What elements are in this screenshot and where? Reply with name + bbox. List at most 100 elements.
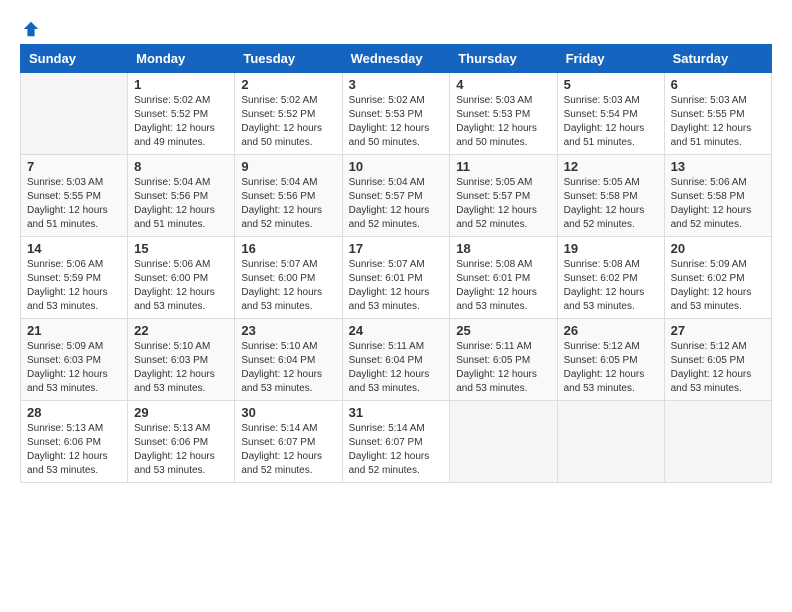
cell-info: Sunrise: 5:10 AMSunset: 6:04 PMDaylight:… [241, 340, 335, 396]
calendar-cell [21, 73, 128, 155]
day-number: 9 [241, 159, 335, 174]
calendar-cell: 4 Sunrise: 5:03 AMSunset: 5:53 PMDayligh… [450, 73, 557, 155]
day-number: 26 [564, 323, 658, 338]
calendar-cell: 27 Sunrise: 5:12 AMSunset: 6:05 PMDaylig… [664, 319, 771, 401]
day-number: 31 [349, 405, 444, 420]
calendar-cell: 6 Sunrise: 5:03 AMSunset: 5:55 PMDayligh… [664, 73, 771, 155]
cell-info: Sunrise: 5:13 AMSunset: 6:06 PMDaylight:… [27, 422, 121, 478]
calendar-cell [557, 401, 664, 483]
day-number: 17 [349, 241, 444, 256]
day-number: 25 [456, 323, 550, 338]
day-number: 22 [134, 323, 228, 338]
cell-info: Sunrise: 5:03 AMSunset: 5:53 PMDaylight:… [456, 94, 550, 150]
cell-info: Sunrise: 5:07 AMSunset: 6:01 PMDaylight:… [349, 258, 444, 314]
calendar-cell [450, 401, 557, 483]
day-number: 29 [134, 405, 228, 420]
cell-info: Sunrise: 5:12 AMSunset: 6:05 PMDaylight:… [671, 340, 765, 396]
calendar-cell: 8 Sunrise: 5:04 AMSunset: 5:56 PMDayligh… [128, 155, 235, 237]
day-number: 4 [456, 77, 550, 92]
calendar-cell: 14 Sunrise: 5:06 AMSunset: 5:59 PMDaylig… [21, 237, 128, 319]
day-number: 13 [671, 159, 765, 174]
day-number: 23 [241, 323, 335, 338]
header-tuesday: Tuesday [235, 45, 342, 73]
day-number: 1 [134, 77, 228, 92]
cell-info: Sunrise: 5:08 AMSunset: 6:02 PMDaylight:… [564, 258, 658, 314]
calendar-cell: 7 Sunrise: 5:03 AMSunset: 5:55 PMDayligh… [21, 155, 128, 237]
logo [20, 20, 40, 34]
calendar-cell [664, 401, 771, 483]
cell-info: Sunrise: 5:03 AMSunset: 5:54 PMDaylight:… [564, 94, 658, 150]
calendar-header-row: SundayMondayTuesdayWednesdayThursdayFrid… [21, 45, 772, 73]
header-friday: Friday [557, 45, 664, 73]
cell-info: Sunrise: 5:09 AMSunset: 6:03 PMDaylight:… [27, 340, 121, 396]
calendar-cell: 22 Sunrise: 5:10 AMSunset: 6:03 PMDaylig… [128, 319, 235, 401]
cell-info: Sunrise: 5:06 AMSunset: 5:59 PMDaylight:… [27, 258, 121, 314]
day-number: 16 [241, 241, 335, 256]
calendar-cell: 17 Sunrise: 5:07 AMSunset: 6:01 PMDaylig… [342, 237, 450, 319]
calendar-cell: 13 Sunrise: 5:06 AMSunset: 5:58 PMDaylig… [664, 155, 771, 237]
day-number: 15 [134, 241, 228, 256]
cell-info: Sunrise: 5:08 AMSunset: 6:01 PMDaylight:… [456, 258, 550, 314]
day-number: 28 [27, 405, 121, 420]
day-number: 11 [456, 159, 550, 174]
page-header [20, 20, 772, 34]
calendar-cell: 30 Sunrise: 5:14 AMSunset: 6:07 PMDaylig… [235, 401, 342, 483]
calendar-week-1: 1 Sunrise: 5:02 AMSunset: 5:52 PMDayligh… [21, 73, 772, 155]
calendar-cell: 10 Sunrise: 5:04 AMSunset: 5:57 PMDaylig… [342, 155, 450, 237]
day-number: 2 [241, 77, 335, 92]
calendar-table: SundayMondayTuesdayWednesdayThursdayFrid… [20, 44, 772, 483]
calendar-cell: 28 Sunrise: 5:13 AMSunset: 6:06 PMDaylig… [21, 401, 128, 483]
calendar-cell: 2 Sunrise: 5:02 AMSunset: 5:52 PMDayligh… [235, 73, 342, 155]
day-number: 8 [134, 159, 228, 174]
cell-info: Sunrise: 5:06 AMSunset: 6:00 PMDaylight:… [134, 258, 228, 314]
header-saturday: Saturday [664, 45, 771, 73]
calendar-cell: 21 Sunrise: 5:09 AMSunset: 6:03 PMDaylig… [21, 319, 128, 401]
day-number: 7 [27, 159, 121, 174]
calendar-cell: 11 Sunrise: 5:05 AMSunset: 5:57 PMDaylig… [450, 155, 557, 237]
day-number: 30 [241, 405, 335, 420]
cell-info: Sunrise: 5:13 AMSunset: 6:06 PMDaylight:… [134, 422, 228, 478]
calendar-cell: 3 Sunrise: 5:02 AMSunset: 5:53 PMDayligh… [342, 73, 450, 155]
calendar-cell: 12 Sunrise: 5:05 AMSunset: 5:58 PMDaylig… [557, 155, 664, 237]
day-number: 21 [27, 323, 121, 338]
calendar-cell: 18 Sunrise: 5:08 AMSunset: 6:01 PMDaylig… [450, 237, 557, 319]
day-number: 6 [671, 77, 765, 92]
day-number: 18 [456, 241, 550, 256]
cell-info: Sunrise: 5:02 AMSunset: 5:53 PMDaylight:… [349, 94, 444, 150]
cell-info: Sunrise: 5:02 AMSunset: 5:52 PMDaylight:… [134, 94, 228, 150]
calendar-cell: 16 Sunrise: 5:07 AMSunset: 6:00 PMDaylig… [235, 237, 342, 319]
cell-info: Sunrise: 5:11 AMSunset: 6:04 PMDaylight:… [349, 340, 444, 396]
cell-info: Sunrise: 5:06 AMSunset: 5:58 PMDaylight:… [671, 176, 765, 232]
cell-info: Sunrise: 5:07 AMSunset: 6:00 PMDaylight:… [241, 258, 335, 314]
cell-info: Sunrise: 5:10 AMSunset: 6:03 PMDaylight:… [134, 340, 228, 396]
header-wednesday: Wednesday [342, 45, 450, 73]
day-number: 3 [349, 77, 444, 92]
calendar-week-3: 14 Sunrise: 5:06 AMSunset: 5:59 PMDaylig… [21, 237, 772, 319]
cell-info: Sunrise: 5:04 AMSunset: 5:56 PMDaylight:… [241, 176, 335, 232]
day-number: 24 [349, 323, 444, 338]
day-number: 19 [564, 241, 658, 256]
calendar-cell: 29 Sunrise: 5:13 AMSunset: 6:06 PMDaylig… [128, 401, 235, 483]
day-number: 14 [27, 241, 121, 256]
cell-info: Sunrise: 5:14 AMSunset: 6:07 PMDaylight:… [241, 422, 335, 478]
cell-info: Sunrise: 5:09 AMSunset: 6:02 PMDaylight:… [671, 258, 765, 314]
calendar-cell: 9 Sunrise: 5:04 AMSunset: 5:56 PMDayligh… [235, 155, 342, 237]
day-number: 20 [671, 241, 765, 256]
cell-info: Sunrise: 5:02 AMSunset: 5:52 PMDaylight:… [241, 94, 335, 150]
logo-icon [22, 20, 40, 38]
calendar-cell: 1 Sunrise: 5:02 AMSunset: 5:52 PMDayligh… [128, 73, 235, 155]
day-number: 27 [671, 323, 765, 338]
cell-info: Sunrise: 5:05 AMSunset: 5:58 PMDaylight:… [564, 176, 658, 232]
calendar-cell: 20 Sunrise: 5:09 AMSunset: 6:02 PMDaylig… [664, 237, 771, 319]
cell-info: Sunrise: 5:12 AMSunset: 6:05 PMDaylight:… [564, 340, 658, 396]
calendar-cell: 19 Sunrise: 5:08 AMSunset: 6:02 PMDaylig… [557, 237, 664, 319]
calendar-cell: 23 Sunrise: 5:10 AMSunset: 6:04 PMDaylig… [235, 319, 342, 401]
calendar-cell: 31 Sunrise: 5:14 AMSunset: 6:07 PMDaylig… [342, 401, 450, 483]
cell-info: Sunrise: 5:03 AMSunset: 5:55 PMDaylight:… [27, 176, 121, 232]
calendar-week-5: 28 Sunrise: 5:13 AMSunset: 6:06 PMDaylig… [21, 401, 772, 483]
calendar-cell: 25 Sunrise: 5:11 AMSunset: 6:05 PMDaylig… [450, 319, 557, 401]
cell-info: Sunrise: 5:11 AMSunset: 6:05 PMDaylight:… [456, 340, 550, 396]
day-number: 5 [564, 77, 658, 92]
cell-info: Sunrise: 5:03 AMSunset: 5:55 PMDaylight:… [671, 94, 765, 150]
day-number: 10 [349, 159, 444, 174]
